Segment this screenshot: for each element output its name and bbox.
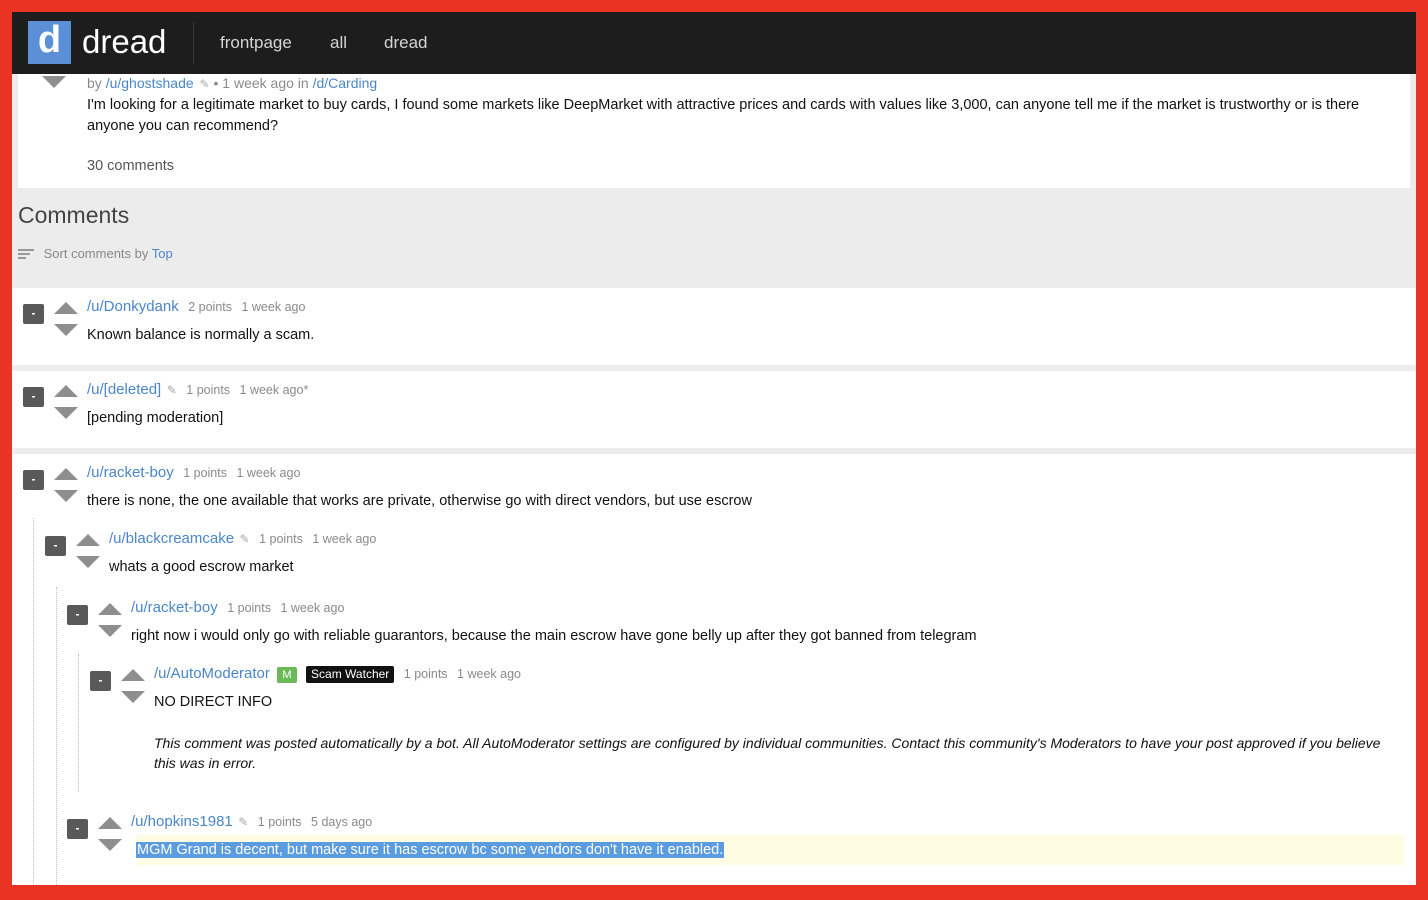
comment-thread: - /u/racket-boy 1 points 1 week ago ther… bbox=[12, 454, 1416, 885]
comment-meta: /u/racket-boy 1 points 1 week ago bbox=[131, 599, 344, 617]
comments-heading: Comments bbox=[18, 202, 130, 228]
comment-meta: /u/blackcreamcake ✎ 1 points 1 week ago bbox=[109, 530, 376, 548]
pencil-icon: ✎ bbox=[199, 77, 210, 91]
comment-block: - /u/Donkydank 2 points 1 week ago Known… bbox=[12, 288, 1416, 365]
upvote-icon[interactable] bbox=[98, 603, 122, 615]
comment-body: [pending moderation] bbox=[87, 410, 224, 426]
comment-body: there is none, the one available that wo… bbox=[87, 493, 752, 509]
upvote-icon[interactable] bbox=[54, 468, 78, 480]
comment-time: 1 week ago bbox=[236, 466, 301, 480]
automod-note: This comment was posted automatically by… bbox=[154, 735, 1381, 771]
role-badge: Scam Watcher bbox=[306, 666, 395, 683]
brand-name[interactable]: dread bbox=[82, 22, 166, 62]
comment-meta: /u/AutoModerator M Scam Watcher 1 points… bbox=[154, 665, 521, 683]
upvote-icon[interactable] bbox=[54, 302, 78, 314]
sort-label: Sort comments by bbox=[43, 246, 149, 261]
comment-body: whats a good escrow market bbox=[109, 559, 294, 575]
downvote-icon[interactable] bbox=[121, 691, 145, 703]
post-time: • 1 week ago in bbox=[213, 75, 309, 91]
upvote-icon[interactable] bbox=[121, 669, 145, 681]
moderator-badge: M bbox=[277, 667, 297, 683]
comment-meta: /u/racket-boy 1 points 1 week ago bbox=[87, 464, 300, 482]
comment-time: 1 week ago bbox=[241, 300, 306, 314]
collapse-button[interactable]: - bbox=[67, 605, 88, 625]
comment-time: 5 days ago bbox=[311, 815, 373, 829]
post-meta: by /u/ghostshade ✎ • 1 week ago in /d/Ca… bbox=[87, 75, 377, 92]
comment-time: 1 week ago* bbox=[239, 383, 309, 397]
post-sub-link[interactable]: /d/Carding bbox=[313, 75, 378, 91]
comment-points: 1 points bbox=[257, 815, 302, 829]
post-author-link[interactable]: /u/ghostshade bbox=[106, 75, 194, 91]
comment-author-link[interactable]: /u/racket-boy bbox=[131, 599, 218, 616]
pencil-icon: ✎ bbox=[166, 383, 177, 397]
comment-meta: /u/hopkins1981 ✎ 1 points 5 days ago bbox=[131, 813, 372, 831]
highlighted-comment-body: MGM Grand is decent, but make sure it ha… bbox=[136, 835, 1404, 865]
comment-author-link[interactable]: /u/AutoModerator bbox=[154, 665, 270, 682]
comment-time: 1 week ago bbox=[457, 667, 521, 681]
post-comments-link[interactable]: 30 comments bbox=[87, 158, 174, 174]
upvote-icon[interactable] bbox=[76, 534, 100, 546]
comment-points: 1 points bbox=[227, 601, 271, 615]
comment-author-link[interactable]: /u/Donkydank bbox=[87, 298, 179, 315]
downvote-icon[interactable] bbox=[42, 76, 66, 88]
comment-body: Known balance is normally a scam. bbox=[87, 327, 315, 343]
pencil-icon: ✎ bbox=[239, 532, 250, 546]
comment-author-link[interactable]: /u/blackcreamcake bbox=[109, 530, 234, 547]
comment-body: right now i would only go with reliable … bbox=[131, 628, 977, 644]
downvote-icon[interactable] bbox=[54, 324, 78, 336]
dread-logo-icon[interactable]: d bbox=[28, 19, 71, 64]
sort-dropdown[interactable]: Top bbox=[152, 246, 173, 261]
collapse-button[interactable]: - bbox=[23, 470, 44, 490]
comment-meta: /u/Donkydank 2 points 1 week ago bbox=[87, 298, 305, 316]
comment-time: 1 week ago bbox=[280, 601, 345, 615]
downvote-icon[interactable] bbox=[54, 407, 78, 419]
upvote-icon[interactable] bbox=[54, 385, 78, 397]
thread-line bbox=[33, 518, 34, 885]
comment-body: NO DIRECT INFO bbox=[154, 694, 273, 710]
comment-author-link[interactable]: /u/[deleted] bbox=[87, 381, 161, 398]
nav-divider bbox=[193, 22, 194, 64]
comment-block: - /u/[deleted] ✎ 1 points 1 week ago* [p… bbox=[12, 371, 1416, 448]
nav-frontpage[interactable]: frontpage bbox=[220, 33, 292, 53]
collapse-button[interactable]: - bbox=[23, 304, 44, 324]
downvote-icon[interactable] bbox=[98, 839, 122, 851]
post-body: I'm looking for a legitimate market to b… bbox=[87, 97, 1360, 134]
top-navbar: d dread frontpage all dread bbox=[12, 12, 1416, 74]
post-by: by bbox=[87, 75, 102, 91]
comment-points: 1 points bbox=[403, 667, 448, 681]
collapse-button[interactable]: - bbox=[23, 387, 44, 407]
sort-comments: Sort comments by Top bbox=[18, 246, 173, 261]
thread-line bbox=[56, 587, 57, 885]
nav-all[interactable]: all bbox=[330, 33, 347, 53]
comment-meta: /u/[deleted] ✎ 1 points 1 week ago* bbox=[87, 381, 308, 399]
browser-viewport: d dread frontpage all dread by /u/ghosts… bbox=[12, 12, 1416, 885]
downvote-icon[interactable] bbox=[98, 625, 122, 637]
comment-points: 1 points bbox=[183, 466, 227, 480]
comment-author-link[interactable]: /u/racket-boy bbox=[87, 464, 174, 481]
selected-text[interactable]: MGM Grand is decent, but make sure it ha… bbox=[136, 842, 725, 858]
comment-time: 1 week ago bbox=[312, 532, 377, 546]
downvote-icon[interactable] bbox=[76, 556, 100, 568]
comment-points: 2 points bbox=[188, 300, 232, 314]
sort-icon bbox=[18, 248, 34, 261]
downvote-icon[interactable] bbox=[54, 490, 78, 502]
nav-dread[interactable]: dread bbox=[384, 33, 427, 53]
collapse-button[interactable]: - bbox=[90, 671, 111, 691]
logo-letter: d bbox=[37, 19, 62, 61]
thread-line bbox=[78, 654, 79, 792]
post-card: by /u/ghostshade ✎ • 1 week ago in /d/Ca… bbox=[18, 74, 1410, 188]
collapse-button[interactable]: - bbox=[45, 536, 66, 556]
comment-points: 1 points bbox=[259, 532, 303, 546]
collapse-button[interactable]: - bbox=[67, 819, 88, 839]
comment-points: 1 points bbox=[186, 383, 231, 397]
pencil-icon: ✎ bbox=[238, 815, 249, 829]
upvote-icon[interactable] bbox=[98, 817, 122, 829]
comment-author-link[interactable]: /u/hopkins1981 bbox=[131, 813, 233, 830]
